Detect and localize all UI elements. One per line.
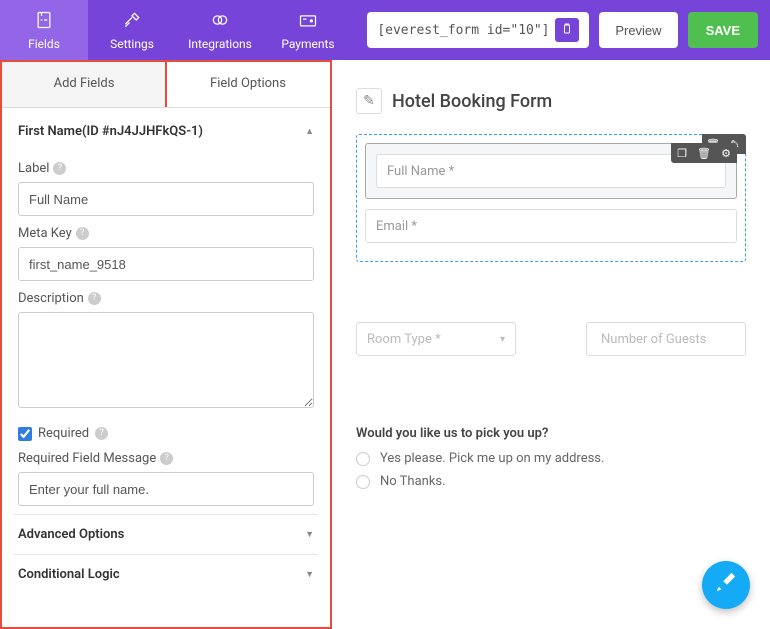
field-placeholder: Email * bbox=[365, 209, 737, 243]
field-duplicate-button[interactable]: ❐ bbox=[671, 143, 693, 163]
description-label: Description? bbox=[18, 291, 314, 306]
help-icon[interactable]: ? bbox=[160, 452, 173, 465]
accordion-header-general[interactable]: First Name(ID #nJ4JJHFkQS-1) ▲ bbox=[14, 112, 318, 151]
metakey-label: Meta Key? bbox=[18, 226, 314, 241]
shortcode-box bbox=[367, 12, 589, 48]
required-msg-label: Required Field Message? bbox=[18, 451, 314, 466]
label-input[interactable] bbox=[18, 182, 314, 216]
radio-option-no[interactable]: No Thanks. bbox=[356, 474, 746, 489]
edit-title-button[interactable]: ✎ bbox=[356, 88, 382, 114]
chevron-down-icon: ▾ bbox=[500, 334, 505, 345]
clipboard-icon bbox=[561, 23, 573, 38]
form-row[interactable]: 🗑 ✎ ❐ 🗑 ⚙ Full Name * Email * bbox=[356, 134, 746, 262]
help-icon[interactable]: ? bbox=[76, 227, 89, 240]
card-icon bbox=[298, 10, 318, 35]
caret-down-icon: ▼ bbox=[305, 569, 314, 580]
help-icon[interactable]: ? bbox=[88, 292, 101, 305]
shortcode-input[interactable] bbox=[377, 23, 547, 38]
help-icon[interactable]: ? bbox=[53, 162, 66, 175]
tab-payments[interactable]: Payments bbox=[264, 0, 352, 60]
field-delete-button[interactable]: 🗑 bbox=[693, 143, 715, 163]
label-label: Label? bbox=[18, 161, 314, 176]
help-icon[interactable]: ? bbox=[95, 427, 108, 440]
accordion-title: Conditional Logic bbox=[18, 567, 120, 582]
subtab-field-options[interactable]: Field Options bbox=[166, 60, 330, 107]
sidebar: Add Fields Field Options First Name(ID #… bbox=[0, 60, 332, 629]
tools-icon bbox=[122, 10, 142, 35]
copy-icon: ❐ bbox=[671, 143, 693, 163]
required-msg-input[interactable] bbox=[18, 472, 314, 506]
preview-button[interactable]: Preview bbox=[599, 12, 677, 48]
accordion-title: Advanced Options bbox=[18, 527, 124, 542]
required-label: Required bbox=[38, 426, 89, 441]
accordion-title: First Name(ID #nJ4JJHFkQS-1) bbox=[18, 124, 203, 139]
radio-label: No Thanks. bbox=[380, 474, 446, 489]
field-guests[interactable]: Number of Guests bbox=[586, 322, 746, 356]
gear-icon: ⚙ bbox=[715, 143, 737, 163]
field-roomtype[interactable]: Room Type * ▾ bbox=[356, 322, 516, 356]
caret-down-icon: ▼ bbox=[305, 529, 314, 540]
form-canvas: ✎ Hotel Booking Form 🗑 ✎ ❐ 🗑 ⚙ Full Name… bbox=[332, 60, 770, 629]
description-input[interactable] bbox=[18, 312, 314, 408]
tab-label: Settings bbox=[110, 37, 154, 51]
caret-up-icon: ▲ bbox=[305, 126, 314, 137]
field-fullname[interactable]: ❐ 🗑 ⚙ Full Name * bbox=[365, 143, 737, 199]
file-icon bbox=[34, 10, 54, 35]
subtab-add-fields[interactable]: Add Fields bbox=[2, 60, 166, 107]
accordion-header-conditional[interactable]: Conditional Logic ▼ bbox=[14, 554, 318, 594]
accordion-header-advanced[interactable]: Advanced Options ▼ bbox=[14, 514, 318, 554]
tab-label: Payments bbox=[281, 37, 334, 51]
radio-icon bbox=[356, 475, 370, 489]
brush-icon bbox=[715, 571, 737, 599]
metakey-input[interactable] bbox=[18, 247, 314, 281]
tab-label: Integrations bbox=[188, 37, 252, 51]
fab-button[interactable] bbox=[702, 561, 750, 609]
trash-icon: 🗑 bbox=[693, 143, 715, 163]
required-checkbox[interactable] bbox=[18, 427, 32, 441]
tab-settings[interactable]: Settings bbox=[88, 0, 176, 60]
copy-button[interactable] bbox=[555, 18, 579, 42]
tab-fields[interactable]: Fields bbox=[0, 0, 88, 60]
form-title: Hotel Booking Form bbox=[392, 91, 552, 112]
radio-option-yes[interactable]: Yes please. Pick me up on my address. bbox=[356, 451, 746, 466]
field-email[interactable]: Email * bbox=[365, 209, 737, 243]
radio-icon bbox=[356, 452, 370, 466]
radio-label: Yes please. Pick me up on my address. bbox=[380, 451, 604, 466]
field-settings-button[interactable]: ⚙ bbox=[715, 143, 737, 163]
pickup-question: Would you like us to pick you up? bbox=[356, 426, 746, 441]
pencil-icon: ✎ bbox=[363, 93, 375, 109]
tab-integrations[interactable]: Integrations bbox=[176, 0, 264, 60]
save-button[interactable]: SAVE bbox=[688, 12, 758, 48]
link-icon bbox=[210, 10, 230, 35]
tab-label: Fields bbox=[28, 37, 60, 51]
